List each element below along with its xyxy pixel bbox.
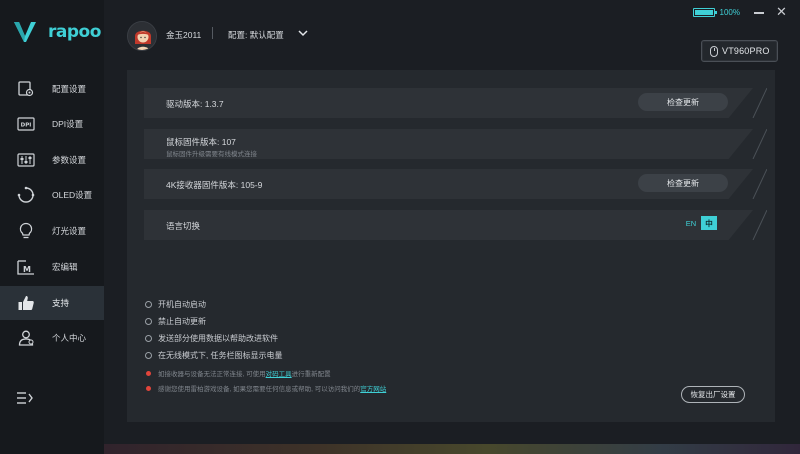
option-label: 在无线模式下, 任务栏图标显示电量 <box>158 351 283 360</box>
driver-version-row: 驱动版本: 1.3.7 检查更新 <box>144 88 753 118</box>
sidebar-item-profile[interactable]: 个人中心 <box>0 321 104 355</box>
receiver-firmware-version: 4K接收器固件版本: 105-9 <box>166 180 263 190</box>
sidebar-item-params[interactable]: 参数设置 <box>0 143 104 177</box>
radio-button[interactable] <box>145 352 152 359</box>
close-button[interactable]: ✕ <box>776 5 787 18</box>
sidebar-item-oled[interactable]: OLED设置 <box>0 178 104 212</box>
support-panel: 驱动版本: 1.3.7 检查更新 鼠标固件版本: 107 鼠标固件升级需要有线模… <box>127 70 775 422</box>
device-name: VT960PRO <box>722 46 770 56</box>
disable-autoupdate-option[interactable]: 禁止自动更新 <box>145 316 206 327</box>
sidebar-item-macro[interactable]: M 宏编辑 <box>0 250 104 284</box>
check-update-button[interactable]: 检查更新 <box>638 93 728 111</box>
window-controls: 100% ✕ <box>692 5 787 18</box>
sidebar-item-label: DPI设置 <box>52 119 84 129</box>
row-accent-line <box>752 169 767 199</box>
sidebar-item-label: OLED设置 <box>52 190 93 200</box>
option-label: 发送部分使用数据以帮助改进软件 <box>158 334 278 343</box>
sidebar-item-lighting[interactable]: 灯光设置 <box>0 214 104 248</box>
avatar[interactable] <box>127 21 157 51</box>
config-selector-label[interactable]: 配置: 默认配置 <box>228 29 284 41</box>
battery-level: 100% <box>719 7 740 17</box>
device-selector-button[interactable]: VT960PRO <box>701 40 778 62</box>
row-accent-line <box>752 129 767 159</box>
sidebar-item-support[interactable]: 支持 <box>0 286 104 320</box>
check-update-button[interactable]: 检查更新 <box>638 174 728 192</box>
sidebar-item-label: 参数设置 <box>52 155 87 165</box>
sidebar-item-label: 支持 <box>52 298 70 308</box>
factory-reset-button[interactable]: 恢复出厂设置 <box>681 386 745 403</box>
language-label: 语言切换 <box>166 221 201 231</box>
mouse-firmware-hint: 鼠标固件升级需要有线模式连接 <box>166 151 257 158</box>
brand-logo: rapoo <box>14 20 101 44</box>
language-row: 语言切换 EN 中 <box>144 210 753 240</box>
receiver-firmware-row: 4K接收器固件版本: 105-9 检查更新 <box>144 169 753 199</box>
option-label: 开机自动启动 <box>158 300 206 309</box>
note-text: 如接收器与设备无法正常连接, 可使用 <box>158 371 266 378</box>
red-dot-icon <box>146 385 151 391</box>
svg-text:DPI: DPI <box>21 123 32 129</box>
battery-icon <box>692 7 717 17</box>
sidebar: rapoo 配置设置 DPI DPI设置 参数设置 OLED设置 灯光设置 M … <box>0 0 104 454</box>
official-website-link[interactable]: 官方网站 <box>360 383 386 393</box>
sidebar-item-label: 配置设置 <box>52 84 87 94</box>
dpi-icon: DPI <box>17 115 35 133</box>
lang-zh-option[interactable]: 中 <box>701 216 717 230</box>
sidebar-item-label: 宏编辑 <box>52 262 78 272</box>
mouse-firmware-row: 鼠标固件版本: 107 鼠标固件升级需要有线模式连接 <box>144 129 753 159</box>
config-icon <box>17 80 35 98</box>
minimize-button[interactable] <box>754 6 764 18</box>
lang-en-option[interactable]: EN <box>683 216 699 230</box>
sidebar-item-label: 灯光设置 <box>52 226 87 236</box>
chevron-down-icon[interactable] <box>297 28 309 38</box>
option-label: 禁止自动更新 <box>158 317 206 326</box>
row-accent-line <box>752 88 767 118</box>
radio-button[interactable] <box>145 335 152 342</box>
app-window: rapoo 配置设置 DPI DPI设置 参数设置 OLED设置 灯光设置 M … <box>0 0 800 454</box>
sliders-icon <box>17 151 35 169</box>
row-accent-line <box>752 210 767 240</box>
brand-text: rapoo <box>48 22 101 42</box>
sidebar-item-label: 个人中心 <box>52 333 87 343</box>
red-dot-icon <box>146 370 151 376</box>
svg-text:M: M <box>23 265 31 274</box>
oled-icon <box>17 186 35 204</box>
sidebar-item-dpi[interactable]: DPI DPI设置 <box>0 107 104 141</box>
note-text: 感谢您使用雷柏游戏设备, 如果您需要任何信息或帮助, 可以访问我们的 <box>158 386 361 393</box>
note-text: 进行重新配置 <box>291 371 331 378</box>
pairing-tool-link[interactable]: 对码工具 <box>266 368 292 378</box>
radio-button[interactable] <box>145 301 152 308</box>
mouse-firmware-version: 鼠标固件版本: 107 <box>166 137 236 147</box>
driver-version: 驱动版本: 1.3.7 <box>166 99 224 109</box>
mouse-icon <box>710 45 718 57</box>
send-usage-data-option[interactable]: 发送部分使用数据以帮助改进软件 <box>145 333 278 344</box>
bottom-glow-strip <box>104 444 800 454</box>
help-note: 感谢您使用雷柏游戏设备, 如果您需要任何信息或帮助, 可以访问我们的 官方网站 <box>145 383 386 393</box>
menu-collapse-icon[interactable] <box>16 390 34 406</box>
radio-button[interactable] <box>145 318 152 325</box>
thumbs-up-icon <box>17 294 35 312</box>
pairing-note: 如接收器与设备无法正常连接, 可使用 对码工具 进行重新配置 <box>145 368 331 378</box>
autostart-option[interactable]: 开机自动启动 <box>145 299 206 310</box>
username: 金玉2011 <box>166 30 202 40</box>
top-bar: 金玉2011 配置: 默认配置 100% ✕ VT960PRO <box>104 0 800 62</box>
sidebar-item-config[interactable]: 配置设置 <box>0 72 104 106</box>
bulb-icon <box>17 222 35 240</box>
tray-battery-option[interactable]: 在无线模式下, 任务栏图标显示电量 <box>145 350 282 361</box>
user-icon <box>17 329 35 347</box>
divider <box>212 27 213 39</box>
language-toggle: EN 中 <box>679 216 719 232</box>
macro-icon: M <box>17 258 35 276</box>
rapoo-logo-icon <box>14 22 36 42</box>
